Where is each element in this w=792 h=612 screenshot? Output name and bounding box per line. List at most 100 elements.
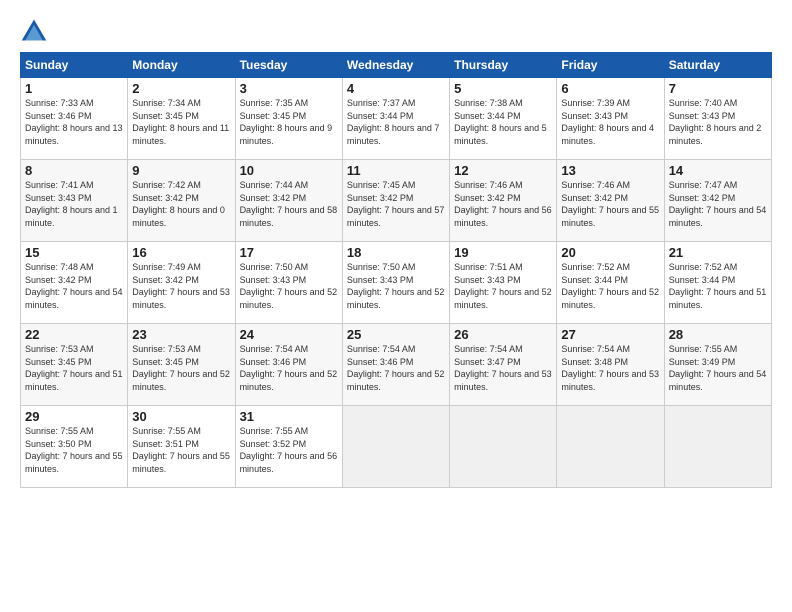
day-info: Sunrise: 7:50 AMSunset: 3:43 PMDaylight:… xyxy=(347,262,445,310)
day-number: 13 xyxy=(561,163,659,178)
day-info: Sunrise: 7:48 AMSunset: 3:42 PMDaylight:… xyxy=(25,262,123,310)
calendar-day-cell: 22 Sunrise: 7:53 AMSunset: 3:45 PMDaylig… xyxy=(21,324,128,406)
calendar-day-cell: 29 Sunrise: 7:55 AMSunset: 3:50 PMDaylig… xyxy=(21,406,128,488)
day-info: Sunrise: 7:47 AMSunset: 3:42 PMDaylight:… xyxy=(669,180,767,228)
calendar-day-cell: 6 Sunrise: 7:39 AMSunset: 3:43 PMDayligh… xyxy=(557,78,664,160)
calendar-header-friday: Friday xyxy=(557,53,664,78)
calendar-day-cell: 7 Sunrise: 7:40 AMSunset: 3:43 PMDayligh… xyxy=(664,78,771,160)
calendar-day-cell: 21 Sunrise: 7:52 AMSunset: 3:44 PMDaylig… xyxy=(664,242,771,324)
day-number: 4 xyxy=(347,81,445,96)
day-info: Sunrise: 7:54 AMSunset: 3:47 PMDaylight:… xyxy=(454,344,552,392)
day-number: 28 xyxy=(669,327,767,342)
calendar-day-cell: 30 Sunrise: 7:55 AMSunset: 3:51 PMDaylig… xyxy=(128,406,235,488)
day-number: 7 xyxy=(669,81,767,96)
logo xyxy=(20,16,52,44)
day-info: Sunrise: 7:55 AMSunset: 3:51 PMDaylight:… xyxy=(132,426,230,474)
day-info: Sunrise: 7:45 AMSunset: 3:42 PMDaylight:… xyxy=(347,180,445,228)
calendar-day-cell: 3 Sunrise: 7:35 AMSunset: 3:45 PMDayligh… xyxy=(235,78,342,160)
calendar-day-cell xyxy=(664,406,771,488)
day-info: Sunrise: 7:52 AMSunset: 3:44 PMDaylight:… xyxy=(669,262,767,310)
day-number: 3 xyxy=(240,81,338,96)
day-number: 16 xyxy=(132,245,230,260)
calendar-day-cell: 1 Sunrise: 7:33 AMSunset: 3:46 PMDayligh… xyxy=(21,78,128,160)
day-info: Sunrise: 7:53 AMSunset: 3:45 PMDaylight:… xyxy=(132,344,230,392)
day-number: 19 xyxy=(454,245,552,260)
day-number: 31 xyxy=(240,409,338,424)
day-info: Sunrise: 7:52 AMSunset: 3:44 PMDaylight:… xyxy=(561,262,659,310)
day-number: 1 xyxy=(25,81,123,96)
calendar-day-cell: 25 Sunrise: 7:54 AMSunset: 3:46 PMDaylig… xyxy=(342,324,449,406)
day-number: 30 xyxy=(132,409,230,424)
day-info: Sunrise: 7:33 AMSunset: 3:46 PMDaylight:… xyxy=(25,98,123,146)
day-number: 14 xyxy=(669,163,767,178)
day-number: 2 xyxy=(132,81,230,96)
day-info: Sunrise: 7:38 AMSunset: 3:44 PMDaylight:… xyxy=(454,98,547,146)
day-number: 27 xyxy=(561,327,659,342)
day-info: Sunrise: 7:53 AMSunset: 3:45 PMDaylight:… xyxy=(25,344,123,392)
calendar-header-saturday: Saturday xyxy=(664,53,771,78)
day-number: 25 xyxy=(347,327,445,342)
calendar-day-cell: 28 Sunrise: 7:55 AMSunset: 3:49 PMDaylig… xyxy=(664,324,771,406)
day-number: 22 xyxy=(25,327,123,342)
day-number: 17 xyxy=(240,245,338,260)
calendar-day-cell: 5 Sunrise: 7:38 AMSunset: 3:44 PMDayligh… xyxy=(450,78,557,160)
calendar-day-cell: 8 Sunrise: 7:41 AMSunset: 3:43 PMDayligh… xyxy=(21,160,128,242)
day-info: Sunrise: 7:54 AMSunset: 3:46 PMDaylight:… xyxy=(347,344,445,392)
day-number: 15 xyxy=(25,245,123,260)
day-number: 10 xyxy=(240,163,338,178)
calendar-day-cell: 27 Sunrise: 7:54 AMSunset: 3:48 PMDaylig… xyxy=(557,324,664,406)
calendar-header-tuesday: Tuesday xyxy=(235,53,342,78)
calendar-day-cell xyxy=(450,406,557,488)
calendar-week-row: 8 Sunrise: 7:41 AMSunset: 3:43 PMDayligh… xyxy=(21,160,772,242)
day-number: 8 xyxy=(25,163,123,178)
calendar-day-cell: 9 Sunrise: 7:42 AMSunset: 3:42 PMDayligh… xyxy=(128,160,235,242)
day-info: Sunrise: 7:51 AMSunset: 3:43 PMDaylight:… xyxy=(454,262,552,310)
calendar-day-cell: 19 Sunrise: 7:51 AMSunset: 3:43 PMDaylig… xyxy=(450,242,557,324)
day-info: Sunrise: 7:44 AMSunset: 3:42 PMDaylight:… xyxy=(240,180,338,228)
day-info: Sunrise: 7:40 AMSunset: 3:43 PMDaylight:… xyxy=(669,98,762,146)
day-info: Sunrise: 7:55 AMSunset: 3:50 PMDaylight:… xyxy=(25,426,123,474)
day-info: Sunrise: 7:55 AMSunset: 3:49 PMDaylight:… xyxy=(669,344,767,392)
calendar-day-cell: 2 Sunrise: 7:34 AMSunset: 3:45 PMDayligh… xyxy=(128,78,235,160)
calendar-day-cell xyxy=(342,406,449,488)
day-info: Sunrise: 7:54 AMSunset: 3:48 PMDaylight:… xyxy=(561,344,659,392)
calendar-day-cell: 26 Sunrise: 7:54 AMSunset: 3:47 PMDaylig… xyxy=(450,324,557,406)
day-info: Sunrise: 7:42 AMSunset: 3:42 PMDaylight:… xyxy=(132,180,225,228)
calendar-week-row: 22 Sunrise: 7:53 AMSunset: 3:45 PMDaylig… xyxy=(21,324,772,406)
day-number: 18 xyxy=(347,245,445,260)
day-info: Sunrise: 7:35 AMSunset: 3:45 PMDaylight:… xyxy=(240,98,333,146)
day-number: 29 xyxy=(25,409,123,424)
day-number: 5 xyxy=(454,81,552,96)
day-number: 6 xyxy=(561,81,659,96)
day-info: Sunrise: 7:41 AMSunset: 3:43 PMDaylight:… xyxy=(25,180,118,228)
calendar-header-thursday: Thursday xyxy=(450,53,557,78)
day-number: 12 xyxy=(454,163,552,178)
calendar-day-cell: 31 Sunrise: 7:55 AMSunset: 3:52 PMDaylig… xyxy=(235,406,342,488)
calendar-day-cell: 4 Sunrise: 7:37 AMSunset: 3:44 PMDayligh… xyxy=(342,78,449,160)
calendar-day-cell: 15 Sunrise: 7:48 AMSunset: 3:42 PMDaylig… xyxy=(21,242,128,324)
calendar-week-row: 15 Sunrise: 7:48 AMSunset: 3:42 PMDaylig… xyxy=(21,242,772,324)
calendar-day-cell xyxy=(557,406,664,488)
day-info: Sunrise: 7:54 AMSunset: 3:46 PMDaylight:… xyxy=(240,344,338,392)
day-info: Sunrise: 7:34 AMSunset: 3:45 PMDaylight:… xyxy=(132,98,229,146)
calendar-week-row: 29 Sunrise: 7:55 AMSunset: 3:50 PMDaylig… xyxy=(21,406,772,488)
day-number: 9 xyxy=(132,163,230,178)
day-number: 21 xyxy=(669,245,767,260)
calendar-day-cell: 11 Sunrise: 7:45 AMSunset: 3:42 PMDaylig… xyxy=(342,160,449,242)
logo-icon xyxy=(20,16,48,44)
header xyxy=(20,16,772,44)
calendar-week-row: 1 Sunrise: 7:33 AMSunset: 3:46 PMDayligh… xyxy=(21,78,772,160)
calendar-table: SundayMondayTuesdayWednesdayThursdayFrid… xyxy=(20,52,772,488)
calendar-day-cell: 24 Sunrise: 7:54 AMSunset: 3:46 PMDaylig… xyxy=(235,324,342,406)
calendar-day-cell: 12 Sunrise: 7:46 AMSunset: 3:42 PMDaylig… xyxy=(450,160,557,242)
calendar-day-cell: 13 Sunrise: 7:46 AMSunset: 3:42 PMDaylig… xyxy=(557,160,664,242)
day-info: Sunrise: 7:55 AMSunset: 3:52 PMDaylight:… xyxy=(240,426,338,474)
day-number: 20 xyxy=(561,245,659,260)
calendar-header-row: SundayMondayTuesdayWednesdayThursdayFrid… xyxy=(21,53,772,78)
calendar-day-cell: 10 Sunrise: 7:44 AMSunset: 3:42 PMDaylig… xyxy=(235,160,342,242)
day-info: Sunrise: 7:39 AMSunset: 3:43 PMDaylight:… xyxy=(561,98,654,146)
day-info: Sunrise: 7:37 AMSunset: 3:44 PMDaylight:… xyxy=(347,98,440,146)
day-number: 26 xyxy=(454,327,552,342)
calendar-header-wednesday: Wednesday xyxy=(342,53,449,78)
day-info: Sunrise: 7:46 AMSunset: 3:42 PMDaylight:… xyxy=(561,180,659,228)
